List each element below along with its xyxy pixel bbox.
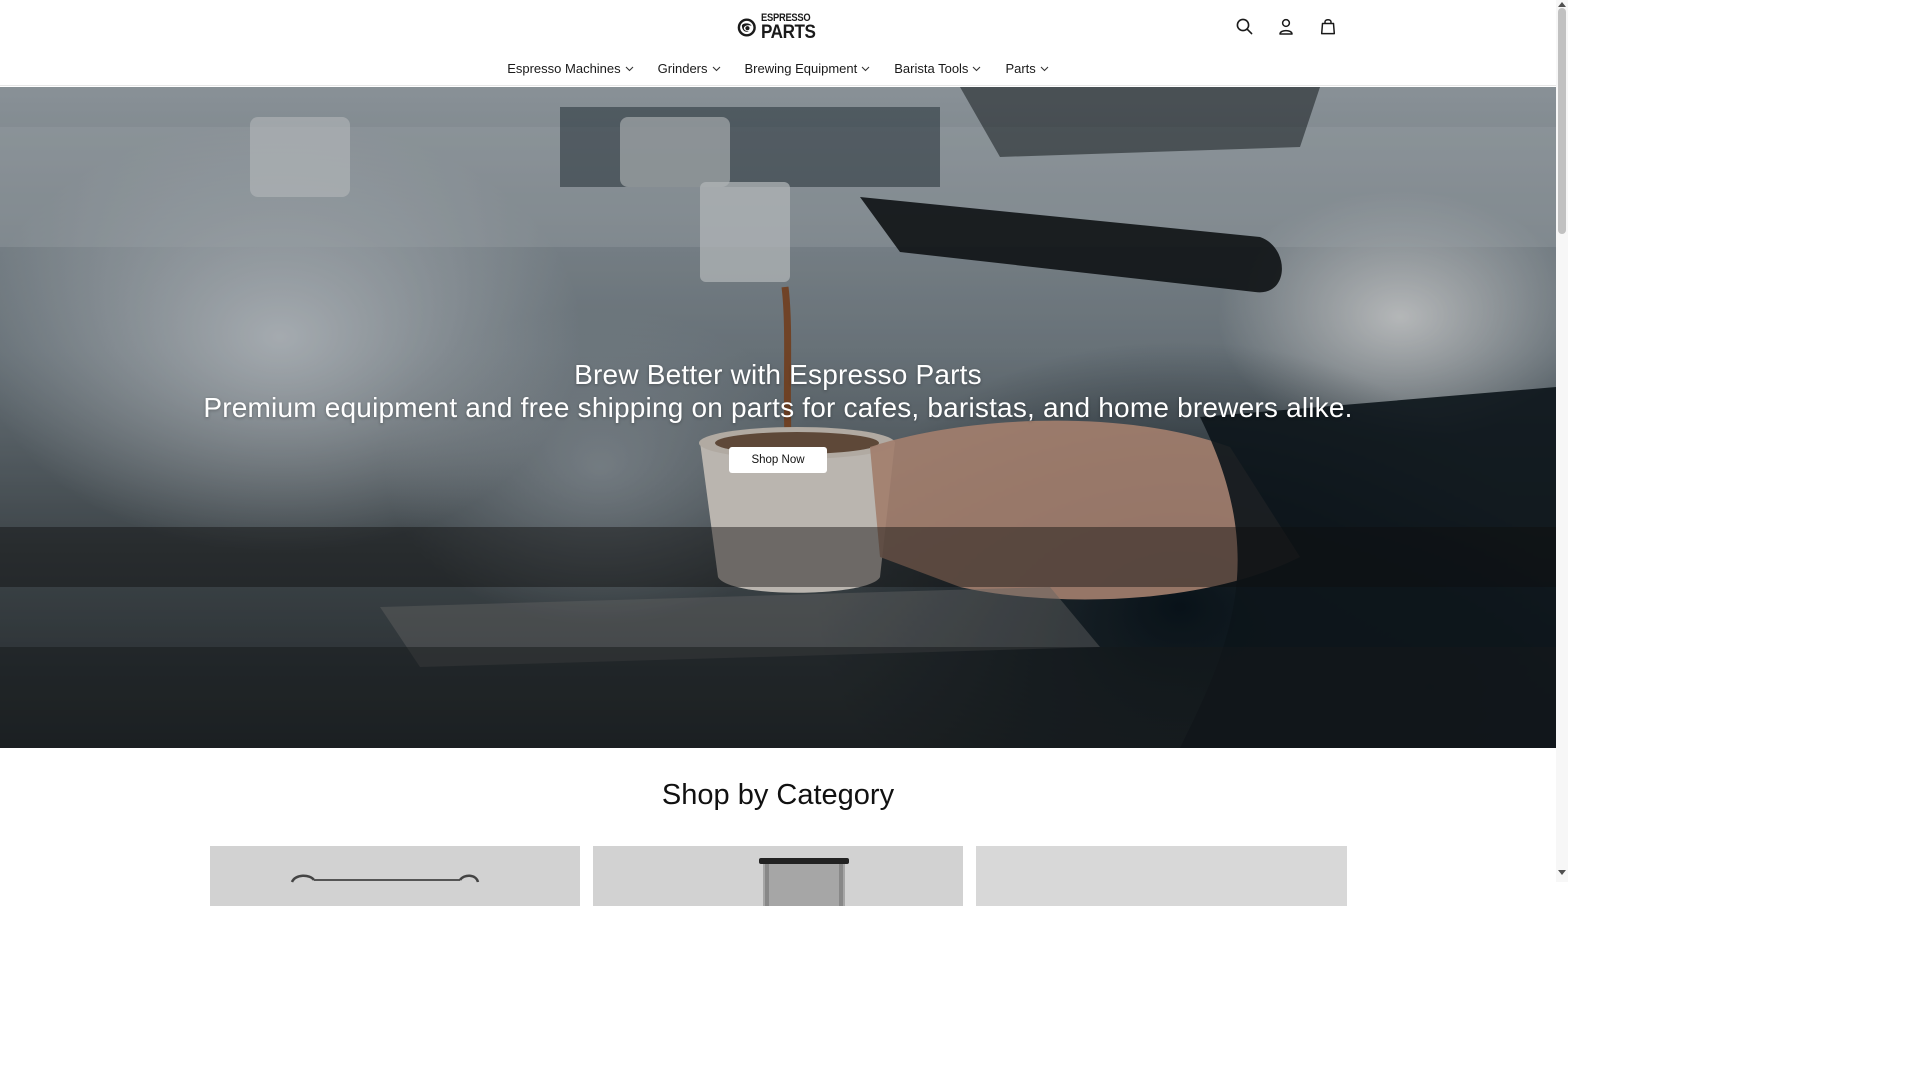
page-scrollbar[interactable]: [1556, 0, 1568, 882]
hero-content: Brew Better with Espresso Parts Premium …: [0, 87, 1556, 748]
nav-label: Barista Tools: [894, 60, 969, 76]
header-actions: [1234, 14, 1338, 38]
category-product-image: [759, 858, 849, 906]
chevron-down-icon: [1040, 66, 1049, 71]
cart-bag-icon[interactable]: [1318, 14, 1338, 38]
hero-title: Brew Better with Espresso Parts: [574, 359, 982, 390]
search-icon[interactable]: [1234, 14, 1254, 38]
shop-by-category-title: Shop by Category: [661, 779, 895, 811]
nav-espresso-machines[interactable]: Espresso Machines: [507, 58, 634, 78]
nav-label: Grinders: [657, 60, 708, 76]
chevron-down-icon: [712, 66, 720, 71]
scroll-down-arrow-icon[interactable]: [1558, 870, 1566, 875]
brand-logo[interactable]: ESPRESSO PARTS: [737, 11, 821, 43]
logo-line2: PARTS: [760, 21, 816, 43]
category-cards: [210, 846, 1347, 906]
category-product-image: [290, 874, 480, 883]
category-card[interactable]: [210, 846, 580, 906]
shop-now-button[interactable]: Shop Now: [729, 447, 827, 473]
chevron-down-icon: [625, 66, 634, 71]
site-header: ESPRESSO PARTS Espresso Machines Grinder…: [0, 0, 1556, 86]
category-card[interactable]: [593, 846, 963, 906]
chevron-down-icon: [973, 66, 981, 71]
nav-barista-tools[interactable]: Barista Tools: [894, 58, 981, 78]
main-nav: Espresso Machines Grinders Brewing Equip…: [0, 58, 1556, 78]
nav-grinders[interactable]: Grinders: [658, 58, 721, 78]
account-icon[interactable]: [1276, 14, 1296, 38]
nav-brewing-equipment[interactable]: Brewing Equipment: [745, 58, 871, 78]
nav-label: Espresso Machines: [507, 60, 621, 76]
logo-emblem-icon: [737, 17, 756, 37]
nav-parts[interactable]: Parts: [1005, 58, 1049, 78]
category-card[interactable]: [976, 846, 1347, 906]
hero-banner: Brew Better with Espresso Parts Premium …: [0, 87, 1556, 748]
nav-label: Parts: [1005, 60, 1036, 76]
scroll-up-arrow-icon[interactable]: [1558, 2, 1566, 7]
chevron-down-icon: [861, 66, 870, 71]
hero-subtitle: Premium equipment and free shipping on p…: [203, 392, 1353, 423]
scrollbar-thumb[interactable]: [1558, 8, 1566, 234]
nav-label: Brewing Equipment: [744, 60, 858, 76]
